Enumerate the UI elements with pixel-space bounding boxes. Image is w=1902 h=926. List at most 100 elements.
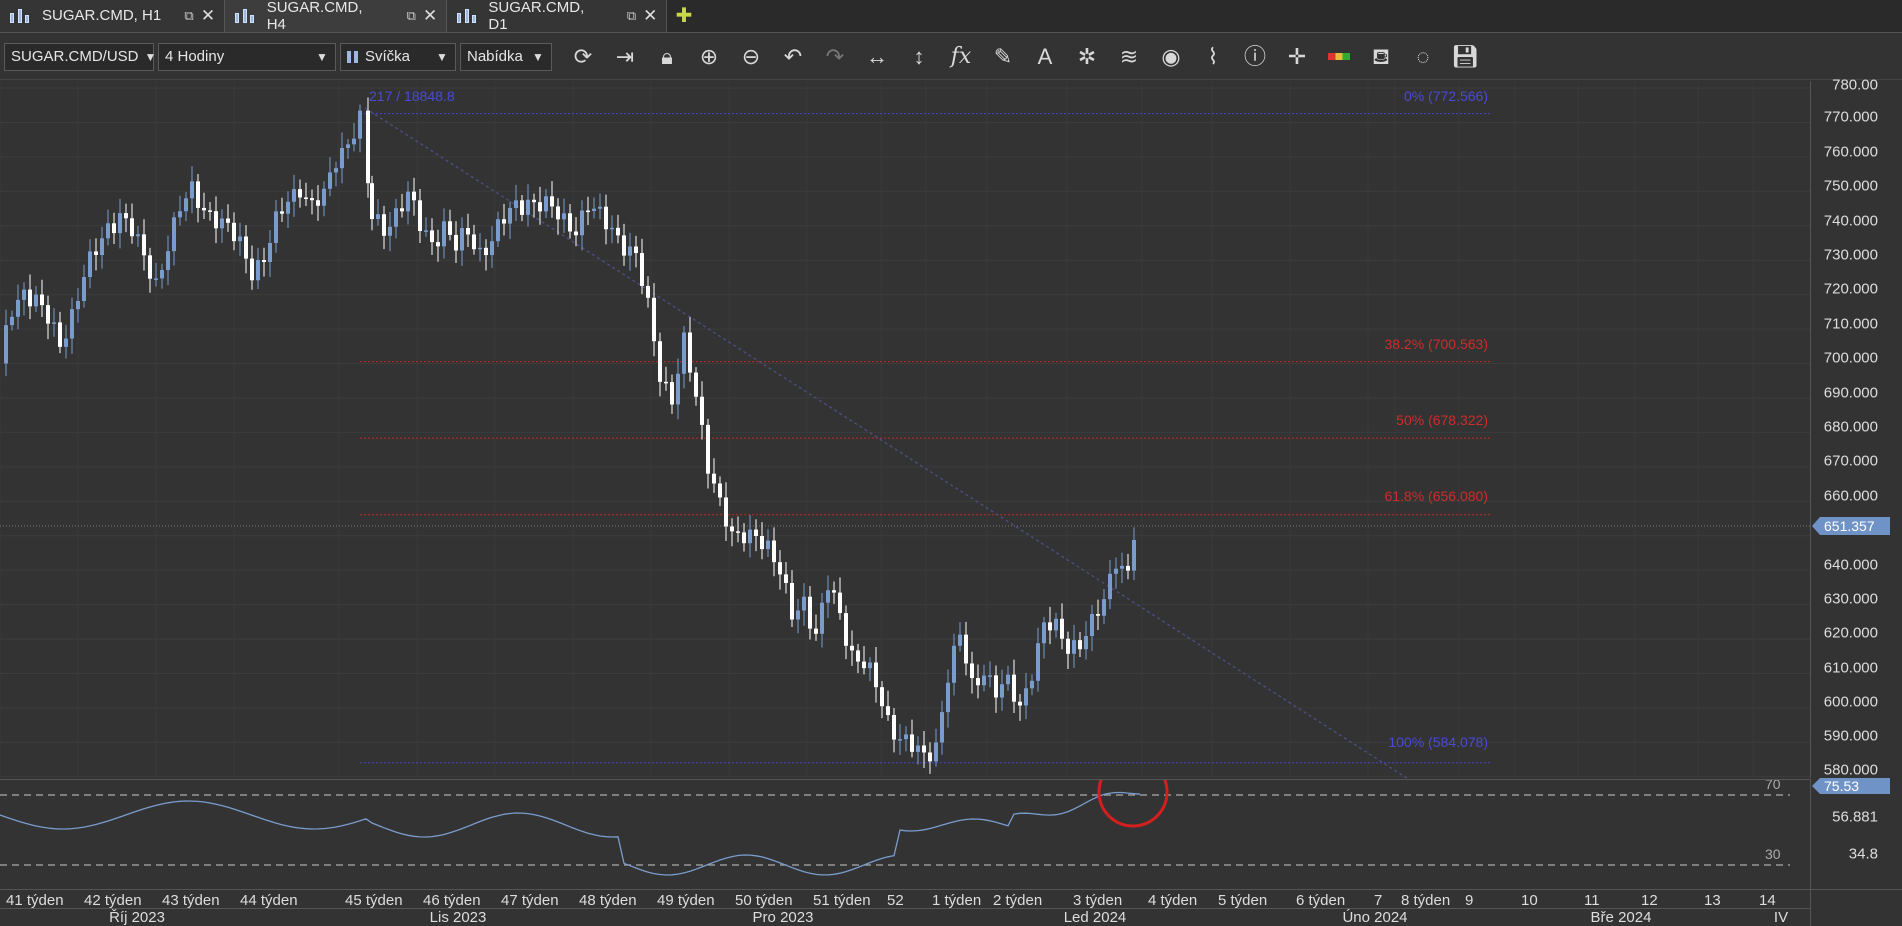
price-axis[interactable]: 780.00 770.000 760.000 750.000 740.000 7… <box>1810 77 1902 779</box>
crosshair-star-button[interactable]: ✲ <box>1066 37 1108 77</box>
candle-body <box>430 230 434 243</box>
chart-type-value: Svíčka <box>365 48 411 65</box>
fit-vertical-button[interactable]: ↕ <box>898 37 940 77</box>
timeframe-select[interactable]: 4 Hodiny ▼ <box>158 42 336 71</box>
theme-button[interactable]: ⛾ <box>1360 37 1402 77</box>
candle-body <box>334 168 338 173</box>
candlestick-plot[interactable] <box>0 81 1810 839</box>
candle-body <box>496 219 500 242</box>
redo-icon: ↷ <box>825 43 845 69</box>
candle-body <box>214 211 218 229</box>
candle-body <box>148 255 152 279</box>
candle-body <box>382 214 386 236</box>
candle-body <box>592 208 596 212</box>
candle-body <box>580 210 584 236</box>
reset-button[interactable]: ◌ <box>1402 37 1444 77</box>
candle-body <box>886 706 890 716</box>
patterns-button[interactable]: ⌇ <box>1192 37 1234 77</box>
save-button[interactable]: 💾︎ <box>1444 37 1486 77</box>
redo-button[interactable]: ↷ <box>814 37 856 77</box>
candle-body <box>28 289 32 307</box>
price-tick: 640.000 <box>1823 556 1878 574</box>
candle-body <box>304 197 308 199</box>
rsi-panel[interactable]: 70 30 <box>0 756 1810 889</box>
grid <box>0 81 1810 778</box>
candle-body <box>1030 680 1034 689</box>
candle-body <box>472 234 476 250</box>
candle-body <box>952 645 956 683</box>
candle-body <box>238 236 242 242</box>
candle-body <box>538 202 542 212</box>
candle-body <box>724 497 728 527</box>
info-button[interactable]: ⓘ <box>1234 37 1276 77</box>
fit-horizontal-button[interactable]: ↔ <box>856 37 898 77</box>
price-tick: 590.000 <box>1823 727 1878 745</box>
chart-type-select[interactable]: Svíčka ▼ <box>340 42 456 71</box>
crosshair-button[interactable]: ✛ <box>1276 37 1318 77</box>
tab-sugar-h4[interactable]: SUGAR.CMD, H4 ⧉ ✕ <box>225 0 447 33</box>
close-icon[interactable]: ✕ <box>200 7 216 24</box>
drawing-button[interactable]: ✎ <box>982 37 1024 77</box>
candle-body <box>490 241 494 256</box>
symbol-select[interactable]: SUGAR.CMD/USD ▼ <box>4 42 156 71</box>
week-label: 51 týden <box>813 892 871 909</box>
candle-body <box>1024 688 1028 706</box>
indicators-button[interactable]: fx <box>940 37 982 77</box>
text-button[interactable]: A <box>1024 37 1066 77</box>
layers-icon: ≋ <box>1119 43 1139 69</box>
reset-icon: ◌ <box>1416 43 1430 69</box>
zoom-in-button[interactable]: ⊕ <box>688 37 730 77</box>
candle-body <box>910 734 914 752</box>
lock-button[interactable]: 🔒︎ <box>646 37 688 77</box>
zoom-out-button[interactable]: ⊖ <box>730 37 772 77</box>
price-tick: 610.000 <box>1823 659 1878 677</box>
current-price-badge: 651.357 <box>1812 517 1890 535</box>
time-axis[interactable]: 41 týden 42 týden 43 týden 44 týden 45 t… <box>0 889 1810 926</box>
price-chart[interactable]: 217 / 18848.8 0% (772.566) 38.2% (700.56… <box>0 81 1810 839</box>
week-label: 8 týden <box>1401 892 1451 909</box>
refresh-button[interactable]: ⟳ <box>562 37 604 77</box>
candle-body <box>376 214 380 220</box>
candle-body <box>550 196 554 207</box>
candle-body <box>1108 573 1112 600</box>
candle-body <box>172 217 176 252</box>
candle-body <box>568 213 572 232</box>
crosshair-star-icon: ✲ <box>1077 43 1097 69</box>
price-type-select[interactable]: Nabídka ▼ <box>460 42 552 71</box>
price-tick: 760.000 <box>1823 143 1878 161</box>
trading-app: SUGAR.CMD, H1 ⧉ ✕ SUGAR.CMD, H4 ⧉ ✕ SUGA… <box>0 0 1902 926</box>
candle-body <box>262 260 266 262</box>
candle-body <box>1054 618 1058 631</box>
undo-icon: ↶ <box>783 43 803 69</box>
candle-body <box>802 596 806 611</box>
tab-sugar-d1[interactable]: SUGAR.CMD, D1 ⧉ ✕ <box>447 0 667 33</box>
tab-label: SUGAR.CMD, H4 <box>266 0 363 33</box>
color-bar-button[interactable] <box>1318 37 1360 77</box>
popout-icon[interactable]: ⧉ <box>182 8 196 23</box>
visibility-button[interactable]: ◉ <box>1150 37 1192 77</box>
chevron-down-icon: ▼ <box>436 49 448 64</box>
week-label: 4 týden <box>1148 892 1198 909</box>
candle-body <box>784 574 788 583</box>
candle-body <box>70 309 74 339</box>
popout-icon[interactable]: ⧉ <box>625 8 639 23</box>
close-icon[interactable]: ✕ <box>642 7 658 24</box>
week-label: 6 týden <box>1296 892 1346 909</box>
tab-sugar-h1[interactable]: SUGAR.CMD, H1 ⧉ ✕ <box>0 0 225 32</box>
fib-level-100-label: 100% (584.078) <box>1388 734 1488 750</box>
autoscroll-button[interactable]: ⇥ <box>604 37 646 77</box>
undo-button[interactable]: ↶ <box>772 37 814 77</box>
popout-icon[interactable]: ⧉ <box>404 8 418 23</box>
close-icon[interactable]: ✕ <box>422 7 438 24</box>
price-tick: 770.000 <box>1823 108 1878 126</box>
candle-body <box>1000 684 1004 698</box>
candle-body <box>604 206 608 230</box>
fib-trend-line[interactable] <box>364 107 1501 839</box>
candle-body <box>328 172 332 189</box>
candle-body <box>466 228 470 235</box>
layers-button[interactable]: ≋ <box>1108 37 1150 77</box>
add-chart-button[interactable]: ✚ <box>667 0 701 32</box>
candle-body <box>316 200 320 206</box>
candle-body <box>916 745 920 752</box>
price-tick: 740.000 <box>1823 212 1878 230</box>
